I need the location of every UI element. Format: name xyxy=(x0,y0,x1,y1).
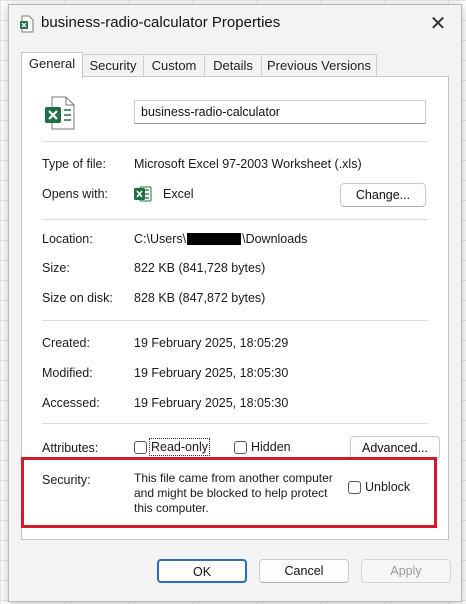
created-value: 19 February 2025, 18:05:29 xyxy=(134,336,289,350)
divider xyxy=(42,320,428,321)
created-label: Created: xyxy=(42,336,90,350)
location-label: Location: xyxy=(42,232,93,246)
accessed-label: Accessed: xyxy=(42,396,100,410)
excel-file-icon xyxy=(19,15,35,36)
divider xyxy=(42,141,428,142)
redaction-bar xyxy=(187,233,242,245)
hidden-checkbox[interactable]: Hidden xyxy=(234,440,291,454)
divider xyxy=(42,219,428,220)
read-only-label: Read-only xyxy=(149,438,210,456)
checkbox-box[interactable] xyxy=(234,440,247,454)
close-icon[interactable]: ✕ xyxy=(425,12,451,36)
tab-previous-versions[interactable]: Previous Versions xyxy=(261,54,377,77)
tab-custom[interactable]: Custom xyxy=(143,54,205,77)
change-button[interactable]: Change... xyxy=(340,183,426,207)
size-label: Size: xyxy=(42,261,70,275)
modified-value: 19 February 2025, 18:05:30 xyxy=(134,366,289,380)
window-title: business-radio-calculator Properties xyxy=(41,14,281,31)
size-on-disk-label: Size on disk: xyxy=(42,291,113,305)
location-value: C:\Users\ \Downloads xyxy=(134,232,307,246)
size-on-disk-value: 828 KB (847,872 bytes) xyxy=(134,291,266,305)
tab-details[interactable]: Details xyxy=(204,54,262,77)
security-highlight-box xyxy=(21,457,437,528)
attributes-label: Attributes: xyxy=(42,441,99,455)
modified-label: Modified: xyxy=(42,366,93,380)
accessed-value: 19 February 2025, 18:05:30 xyxy=(134,396,289,410)
size-value: 822 KB (841,728 bytes) xyxy=(134,261,266,275)
excel-file-icon xyxy=(44,95,76,134)
location-prefix: C:\Users\ xyxy=(134,232,187,246)
type-of-file-label: Type of file: xyxy=(42,157,106,171)
hidden-label: Hidden xyxy=(251,440,291,454)
ok-button[interactable]: OK xyxy=(157,559,247,583)
tab-security[interactable]: Security xyxy=(82,54,144,77)
read-only-checkbox[interactable]: Read-only xyxy=(134,438,210,456)
apply-button[interactable]: Apply xyxy=(361,559,451,583)
checkbox-box[interactable] xyxy=(134,440,147,454)
opens-with-label: Opens with: xyxy=(42,187,109,201)
properties-dialog: business-radio-calculator Properties ✕ G… xyxy=(8,4,462,602)
type-of-file-value: Microsoft Excel 97-2003 Worksheet (.xls) xyxy=(134,157,362,171)
cancel-button[interactable]: Cancel xyxy=(259,559,349,583)
divider xyxy=(42,423,428,424)
location-suffix: \Downloads xyxy=(242,232,308,246)
file-name-field[interactable] xyxy=(134,100,426,124)
opens-with-app: Excel xyxy=(163,187,194,201)
excel-icon xyxy=(134,186,152,205)
tab-general[interactable]: General xyxy=(21,52,83,78)
title-bar: business-radio-calculator Properties ✕ xyxy=(9,5,461,45)
